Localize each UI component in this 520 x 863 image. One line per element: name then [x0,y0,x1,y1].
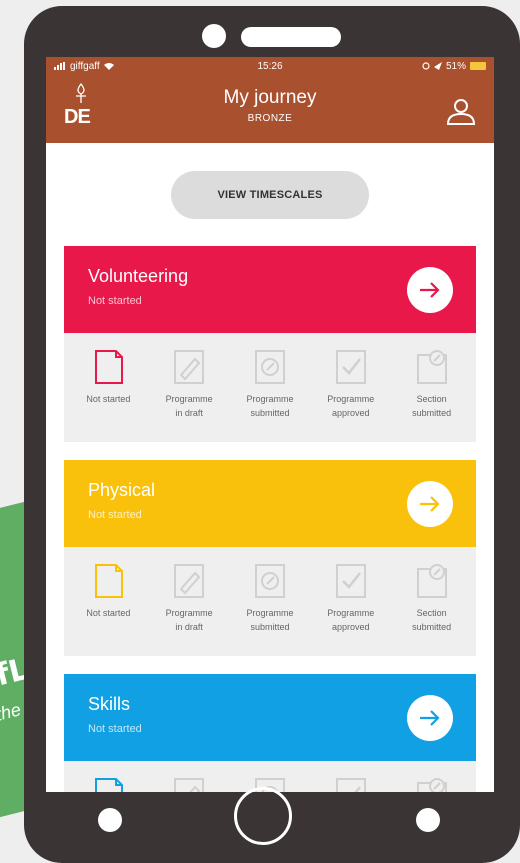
right-sensor [416,808,440,832]
step-label: Programme submitted [246,608,294,632]
section-title: Volunteering [88,266,189,286]
logo: DE [64,83,98,129]
step-status: Programme in draft [150,761,228,792]
step-status: Programme submitted [231,547,309,634]
upload-icon [416,778,447,792]
section-list: Volunteering Not started Not started Progra… [46,246,494,792]
step-status: Programme approved [312,547,390,634]
front-camera [202,24,226,48]
open-section-button[interactable] [407,695,453,741]
section-volunteering: Volunteering Not started Not started Progra… [64,246,476,442]
dofe-flame-icon [76,83,86,103]
pencil-icon [174,778,205,792]
step-status: Not started [69,547,147,620]
step-status: Programme submitted [231,333,309,420]
step-label: Programme submitted [246,394,294,418]
logo-text: DE [64,106,91,128]
section-status: Not started [88,723,142,735]
section-status: Not started [88,295,142,307]
profile-button[interactable] [444,97,478,127]
submit-icon [254,564,285,598]
step-label: Section submitted [412,608,452,632]
section-header[interactable]: Skills Not started [64,674,476,761]
document-icon [95,564,124,598]
step-label: Programme in draft [165,608,213,632]
phone-frame: giffgaff 15:26 51% DE My journey BRONZE … [24,6,520,863]
page-title: My journey [223,87,317,108]
open-section-button[interactable] [407,481,453,527]
step-status: Not started [69,333,147,406]
step-status: Programme in draft [150,547,228,634]
earpiece-speaker [241,27,341,47]
pencil-icon [174,564,205,598]
status-time: 15:26 [257,60,283,72]
open-section-button[interactable] [407,267,453,313]
status-bar: giffgaff 15:26 51% [46,57,494,75]
document-icon [95,778,124,792]
check-icon [335,350,366,384]
section-physical: Physical Not started Not started Programme … [64,460,476,656]
user-icon [446,99,476,125]
home-button[interactable] [234,787,292,845]
check-icon [335,564,366,598]
section-status: Not started [88,509,142,521]
step-status: Not started [69,761,147,792]
arrow-right-icon [420,496,440,512]
section-steps: Not started Programme in draft Programme s… [64,547,476,656]
step-status: Programme approved [312,333,390,420]
step-status: Section submitted [393,333,471,420]
step-status: Section submitted [393,547,471,634]
step-label: Programme approved [327,608,375,632]
view-timescales-button[interactable]: VIEW TIMESCALES [171,171,369,219]
left-sensor [98,808,122,832]
upload-icon [416,564,447,598]
step-label: Programme in draft [165,394,213,418]
section-skills: SkillsNot startedNot startedProgramme in… [64,674,476,792]
award-level: BRONZE [247,113,293,124]
submit-icon [254,350,285,384]
step-status: Programme approved [312,761,390,792]
step-label: Not started [86,608,131,618]
section-header[interactable]: Physical Not started [64,460,476,547]
section-title: Skills [88,694,131,714]
arrow-right-icon [420,282,440,298]
pencil-icon [174,350,205,384]
section-steps: Not started Programme in draft Programme s… [64,333,476,442]
arrow-right-icon [420,710,440,726]
check-icon [335,778,366,792]
step-label: Not started [86,394,131,404]
document-icon [95,350,124,384]
step-label: Programme approved [327,394,375,418]
upload-icon [416,350,447,384]
app-screen: giffgaff 15:26 51% DE My journey BRONZE … [46,57,494,792]
step-status: Section submitted [393,761,471,792]
step-status: Programme in draft [150,333,228,420]
section-header[interactable]: Volunteering Not started [64,246,476,333]
app-header: DE My journey BRONZE [46,75,494,143]
section-title: Physical [88,480,156,500]
step-label: Section submitted [412,394,452,418]
